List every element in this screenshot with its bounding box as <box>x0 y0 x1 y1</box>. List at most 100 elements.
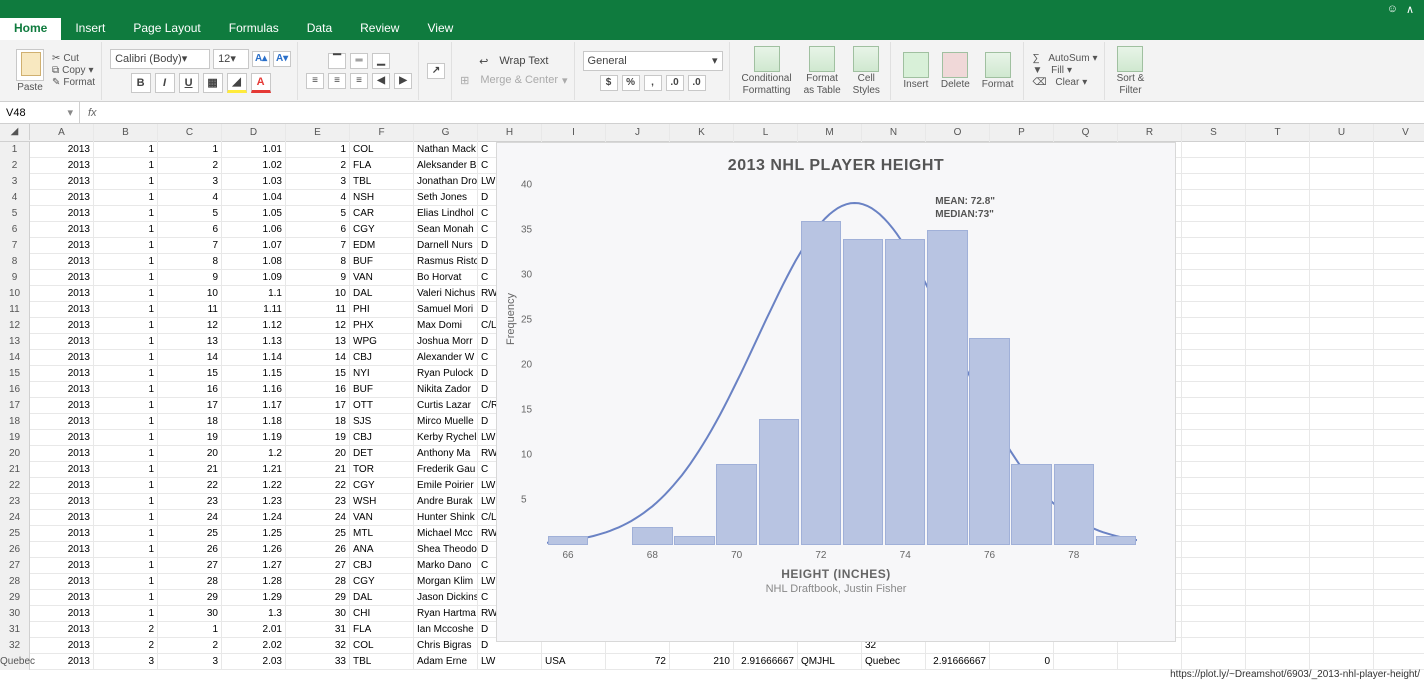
cell[interactable]: OTT <box>350 398 414 414</box>
format-as-table-button[interactable]: Formatas Table <box>800 46 845 96</box>
cell[interactable]: 2013 <box>30 654 94 670</box>
cell[interactable]: 33 <box>286 654 350 670</box>
cell[interactable]: 2013 <box>30 622 94 638</box>
cell[interactable]: 2013 <box>30 590 94 606</box>
cell[interactable]: 2 <box>94 638 158 654</box>
decrease-indent-button[interactable]: ◀ <box>372 73 390 89</box>
tab-view[interactable]: View <box>413 18 467 40</box>
align-center-button[interactable]: ≡ <box>328 73 346 89</box>
align-middle-button[interactable]: ═ <box>350 53 368 69</box>
fill-color-button[interactable]: ◢ <box>227 73 247 93</box>
cell[interactable] <box>1374 574 1424 590</box>
cell[interactable]: 9 <box>286 270 350 286</box>
cell[interactable]: 1.06 <box>222 222 286 238</box>
cell[interactable]: 1 <box>94 462 158 478</box>
cell[interactable] <box>1246 206 1310 222</box>
cell[interactable]: CGY <box>350 478 414 494</box>
cell[interactable]: 23 <box>286 494 350 510</box>
cell[interactable]: 27 <box>286 558 350 574</box>
cell[interactable]: Kerby Rychel <box>414 430 478 446</box>
cell[interactable]: 1 <box>94 302 158 318</box>
cell[interactable] <box>1182 334 1246 350</box>
cell[interactable] <box>1310 270 1374 286</box>
row-header[interactable]: 8 <box>0 254 30 270</box>
cell[interactable]: 12 <box>286 318 350 334</box>
cell[interactable]: 3 <box>158 174 222 190</box>
cell[interactable]: 2013 <box>30 526 94 542</box>
cell[interactable]: 1.27 <box>222 558 286 574</box>
row-header[interactable]: 16 <box>0 382 30 398</box>
cell[interactable] <box>1246 270 1310 286</box>
align-right-button[interactable]: ≡ <box>350 73 368 89</box>
cell[interactable]: 1 <box>94 318 158 334</box>
font-select[interactable]: Calibri (Body) ▾ <box>110 49 210 69</box>
column-header[interactable]: R <box>1118 124 1182 142</box>
cell[interactable] <box>1374 622 1424 638</box>
cell[interactable]: 2013 <box>30 350 94 366</box>
cell[interactable]: CHI <box>350 606 414 622</box>
cell[interactable] <box>1374 654 1424 670</box>
cell[interactable] <box>1246 350 1310 366</box>
cell[interactable]: 14 <box>286 350 350 366</box>
cell[interactable] <box>1246 286 1310 302</box>
cell[interactable]: Jason Dickins <box>414 590 478 606</box>
cell[interactable]: 1 <box>94 558 158 574</box>
border-button[interactable]: ▦ <box>203 73 223 93</box>
cell[interactable]: 1 <box>94 334 158 350</box>
cell[interactable]: 2.02 <box>222 638 286 654</box>
column-header[interactable]: U <box>1310 124 1374 142</box>
cell[interactable]: Aleksander B <box>414 158 478 174</box>
cell[interactable]: 17 <box>158 398 222 414</box>
cell[interactable] <box>1246 142 1310 158</box>
cell[interactable]: DAL <box>350 590 414 606</box>
cell[interactable]: 11 <box>158 302 222 318</box>
cell[interactable]: 5 <box>158 206 222 222</box>
cell[interactable]: 1 <box>94 142 158 158</box>
cell[interactable]: 29 <box>158 590 222 606</box>
cell[interactable] <box>1374 206 1424 222</box>
cell[interactable]: 2013 <box>30 542 94 558</box>
cell[interactable]: 2013 <box>30 478 94 494</box>
row-header[interactable]: 6 <box>0 222 30 238</box>
cell[interactable]: FLA <box>350 622 414 638</box>
cell[interactable] <box>1182 462 1246 478</box>
align-left-button[interactable]: ≡ <box>306 73 324 89</box>
cell[interactable]: 1.19 <box>222 430 286 446</box>
cell[interactable]: Quebec <box>862 654 926 670</box>
cell[interactable]: 1 <box>94 222 158 238</box>
cell[interactable] <box>1374 606 1424 622</box>
cell[interactable]: TBL <box>350 654 414 670</box>
row-header[interactable]: 29 <box>0 590 30 606</box>
cell[interactable]: 2013 <box>30 414 94 430</box>
cell[interactable] <box>1246 446 1310 462</box>
row-header[interactable]: 20 <box>0 446 30 462</box>
cell[interactable] <box>1310 446 1374 462</box>
cell[interactable] <box>1374 638 1424 654</box>
merge-center-button[interactable]: ⊞ Merge & Center ▾ <box>460 74 567 87</box>
cell[interactable] <box>1182 542 1246 558</box>
cell[interactable]: 24 <box>286 510 350 526</box>
cell[interactable]: 2013 <box>30 494 94 510</box>
cell[interactable]: 7 <box>158 238 222 254</box>
cell[interactable] <box>1246 174 1310 190</box>
row-header[interactable]: 30 <box>0 606 30 622</box>
cell[interactable]: Elias Lindhol <box>414 206 478 222</box>
align-top-button[interactable]: ▔ <box>328 53 346 69</box>
row-header[interactable]: 5 <box>0 206 30 222</box>
cell[interactable] <box>1310 526 1374 542</box>
cell[interactable]: 210 <box>670 654 734 670</box>
cell[interactable]: 1.3 <box>222 606 286 622</box>
cell[interactable]: 1 <box>94 190 158 206</box>
row-header[interactable]: 22 <box>0 478 30 494</box>
row-header[interactable]: 26 <box>0 542 30 558</box>
cell[interactable] <box>1310 558 1374 574</box>
cell[interactable]: ANA <box>350 542 414 558</box>
cell[interactable]: 1.23 <box>222 494 286 510</box>
cell[interactable]: CBJ <box>350 430 414 446</box>
cell[interactable]: 1 <box>94 350 158 366</box>
font-size-select[interactable]: 12 ▾ <box>213 49 249 69</box>
cell[interactable]: Seth Jones <box>414 190 478 206</box>
cell[interactable]: 2013 <box>30 270 94 286</box>
cell[interactable]: BUF <box>350 382 414 398</box>
cell[interactable]: 20 <box>158 446 222 462</box>
